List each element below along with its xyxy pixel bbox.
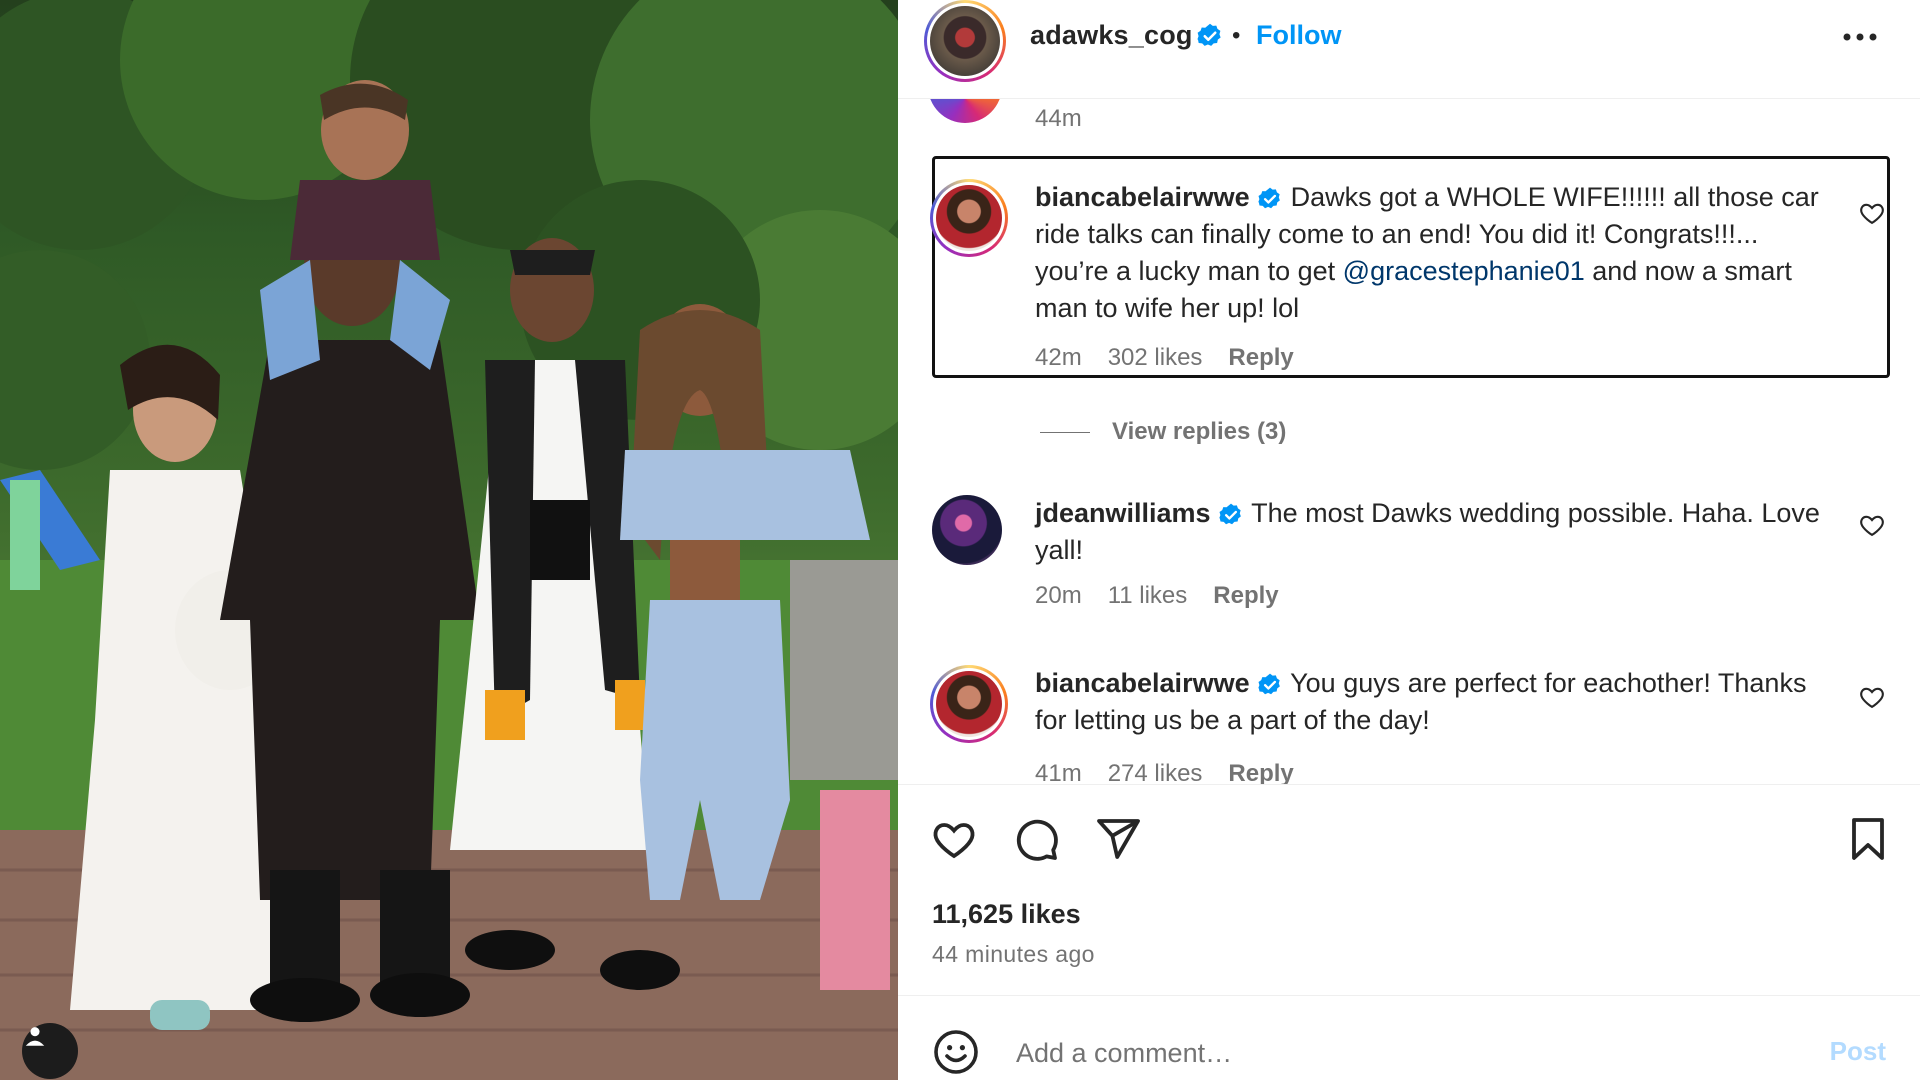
reply-button[interactable]: Reply <box>1213 582 1278 610</box>
comment-text: biancabelairwwe You guys are perfect for… <box>1035 665 1835 739</box>
comment-likes[interactable]: 302 likes <box>1108 344 1203 372</box>
more-options-icon <box>1843 33 1877 41</box>
comment-like-heart-icon[interactable] <box>1858 683 1886 711</box>
commenter-avatar[interactable] <box>930 665 1008 743</box>
comment-time: 42m <box>1035 344 1082 371</box>
more-options-button[interactable] <box>1840 22 1880 52</box>
post-photo[interactable] <box>0 0 898 1080</box>
post-actions-bar: 11,625 likes 44 minutes ago <box>898 784 1920 995</box>
view-replies-button[interactable]: View replies (3) <box>1040 418 1286 446</box>
comment-meta: 41m 274 likes Reply <box>1035 760 1294 784</box>
verified-badge-icon <box>1258 673 1280 695</box>
comment-mention-link[interactable]: @gracestephanie01 <box>1343 256 1585 286</box>
caption-avatar-partial <box>928 99 1002 123</box>
user-tag-icon <box>25 1027 45 1046</box>
author-avatar[interactable] <box>924 0 1006 82</box>
user-tag-button[interactable] <box>22 1023 78 1079</box>
follow-button[interactable]: Follow <box>1256 20 1341 51</box>
reply-button[interactable]: Reply <box>1228 344 1293 372</box>
verified-badge-icon <box>1258 187 1280 209</box>
comments-list[interactable]: 44m biancabelairwwe Dawks got a WHOLE WI… <box>898 99 1920 784</box>
comment-username[interactable]: biancabelairwwe <box>1035 182 1250 212</box>
comment-username[interactable]: biancabelairwwe <box>1035 668 1250 698</box>
bookmark-icon[interactable] <box>1844 815 1892 863</box>
comment-likes[interactable]: 11 likes <box>1108 582 1188 610</box>
post-side-panel: adawks_cog • Follow 44m biancabelairwwe <box>898 0 1920 1080</box>
reply-button[interactable]: Reply <box>1228 760 1293 784</box>
comment-input[interactable] <box>1014 1030 1798 1076</box>
comment-time: 41m <box>1035 760 1082 784</box>
author-username[interactable]: adawks_cog <box>1030 20 1193 51</box>
commenter-avatar-image <box>936 185 1002 251</box>
comment-like-heart-icon[interactable] <box>1858 511 1886 539</box>
comment-username[interactable]: jdeanwilliams <box>1035 498 1211 528</box>
wedding-group-photo <box>0 0 898 1080</box>
verified-badge-icon <box>1219 503 1241 525</box>
heart-icon[interactable] <box>930 815 978 863</box>
commenter-avatar[interactable] <box>932 495 1002 565</box>
post-header: adawks_cog • Follow <box>898 0 1920 99</box>
comment-text: biancabelairwwe Dawks got a WHOLE WIFE!!… <box>1035 179 1835 327</box>
view-replies-label: View replies (3) <box>1112 418 1287 445</box>
emoji-icon[interactable] <box>932 1028 980 1076</box>
comment-meta: 42m 302 likes Reply <box>1035 344 1294 372</box>
like-count[interactable]: 11,625 likes <box>932 899 1081 930</box>
post-comment-button[interactable]: Post <box>1830 1036 1886 1067</box>
post-time-ago: 44 minutes ago <box>932 941 1095 967</box>
view-replies-line <box>1040 431 1090 433</box>
caption-timestamp: 44m <box>1035 105 1082 132</box>
commenter-avatar[interactable] <box>930 179 1008 257</box>
comment-icon[interactable] <box>1012 815 1060 863</box>
verified-badge-icon <box>1197 23 1221 46</box>
commenter-avatar-image <box>936 671 1002 737</box>
comment-like-heart-icon[interactable] <box>1858 199 1886 227</box>
comment-likes[interactable]: 274 likes <box>1108 760 1203 784</box>
send-icon[interactable] <box>1094 815 1142 863</box>
author-avatar-image <box>930 6 1000 76</box>
comment-composer: Post <box>898 995 1920 1081</box>
comment-text: jdeanwilliams The most Dawks wedding pos… <box>1035 495 1835 569</box>
comment-meta: 20m 11 likes Reply <box>1035 582 1279 610</box>
separator-dot: • <box>1232 22 1241 49</box>
comment-time: 20m <box>1035 582 1082 609</box>
